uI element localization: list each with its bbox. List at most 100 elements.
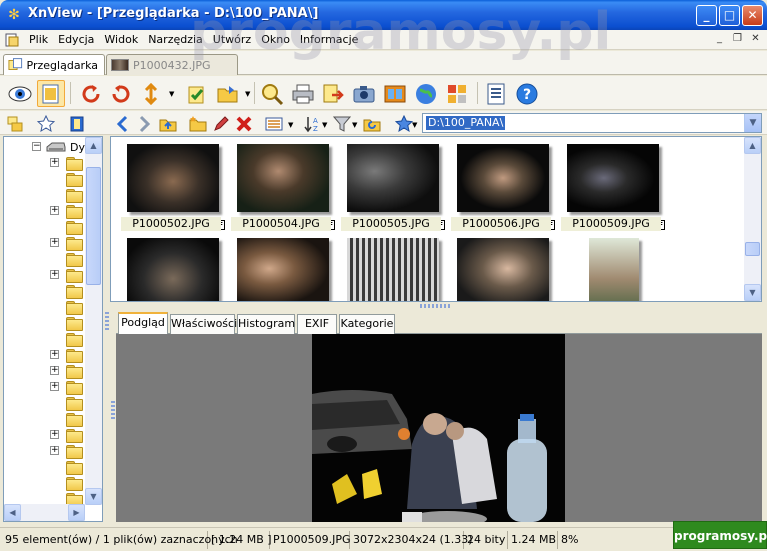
contact-sheet-icon[interactable] [443,80,471,107]
tab-image[interactable]: P1000432.JPG [106,54,238,75]
thumbnail-item-selected[interactable]: EXIF P1000509.JPG [561,139,665,231]
collapse-toggle[interactable]: − [32,142,41,151]
add-favorite-icon[interactable] [394,114,414,133]
thumbnail-image [347,144,439,212]
thumbnail-item[interactable]: EXIF P1000502.JPG [121,139,225,231]
filter-icon[interactable] [332,114,352,133]
delete-icon[interactable] [234,114,254,133]
close-button[interactable]: ✕ [742,5,763,26]
thumbnail-image [347,238,439,301]
path-input[interactable]: D:\100_PANA\ [426,116,506,130]
expand-toggle[interactable]: + [50,238,59,247]
browser-scroll-up-button[interactable]: ▲ [744,137,761,154]
tree-scroll-up-button[interactable]: ▲ [85,137,102,154]
transform-dropdown-caret[interactable]: ▼ [169,90,174,98]
tab-properties[interactable]: Właściwości [170,314,237,334]
view-icon[interactable] [6,80,34,107]
browser-icon[interactable] [37,80,65,107]
favorite-caret[interactable]: ▼ [412,121,417,129]
parent-folder-icon[interactable] [158,114,178,133]
properties-icon[interactable] [482,80,510,107]
open-dropdown-caret[interactable]: ▼ [245,90,250,98]
menu-okno[interactable]: Okno [256,33,295,46]
thumbnail-item[interactable]: EXIF P1000505.JPG [341,139,445,231]
expand-toggle[interactable]: + [50,446,59,455]
rename-pen-icon[interactable] [211,114,231,133]
tree-scroll-thumb[interactable] [86,167,101,285]
mdi-minimize-button[interactable]: _ [712,32,727,46]
folder-icon [66,445,83,459]
filter-caret[interactable]: ▼ [352,121,357,129]
xnview-logo-icon[interactable]: ✻ [6,7,22,23]
rotate-right-icon[interactable] [107,80,135,107]
status-file-size: 1.24 MB [508,531,558,549]
favorites-panel-icon[interactable] [36,114,56,133]
menu-narzedzia[interactable]: Narzędzia [143,33,208,46]
horizontal-splitter[interactable] [110,302,762,311]
thumbnail-image [457,238,549,301]
select-icon[interactable] [183,80,211,107]
expand-toggle[interactable]: + [50,206,59,215]
tree-scroll-down-button[interactable]: ▼ [85,488,102,505]
menu-plik[interactable]: Plik [24,33,53,46]
tree-scroll-left-button[interactable]: ◀ [4,504,21,521]
expand-toggle[interactable]: + [50,270,59,279]
sort-icon[interactable]: AZ [302,114,322,133]
categories-panel-icon[interactable] [67,114,87,133]
browser-scroll-down-button[interactable]: ▼ [744,284,761,301]
view-mode-icon[interactable] [264,114,284,133]
slideshow-icon[interactable] [381,80,409,107]
menu-utworz[interactable]: Utwórz [208,33,256,46]
path-dropdown-button[interactable]: ▼ [744,114,761,132]
sort-caret[interactable]: ▼ [322,121,327,129]
menu-widok[interactable]: Widok [99,33,143,46]
forward-arrow-icon[interactable] [134,114,154,133]
export-icon[interactable] [319,80,347,107]
expand-toggle[interactable]: + [50,350,59,359]
thumbnail-item[interactable] [121,233,221,301]
new-folder-icon[interactable] [188,114,208,133]
expand-toggle[interactable]: + [50,430,59,439]
expand-toggle[interactable]: + [50,382,59,391]
folder-icon [66,189,83,203]
tab-exif[interactable]: EXIF [297,314,337,334]
document-menu-icon[interactable] [4,32,20,48]
thumbnail-item[interactable] [561,233,661,301]
tree-scroll-right-button[interactable]: ▶ [68,504,85,521]
tab-browser[interactable]: Przeglądarka [3,54,105,75]
refresh-folder-icon[interactable] [362,114,382,133]
thumbnail-item[interactable]: EXIF P1000504.JPG [231,139,335,231]
maximize-button[interactable]: □ [719,5,740,26]
browser-scroll-thumb[interactable] [745,242,760,256]
zoom-icon[interactable] [258,80,286,107]
thumbnail-item[interactable]: EXIF P1000506.JPG [451,139,555,231]
browser-vertical-scrollbar[interactable]: ▲ ▼ [744,137,761,301]
tab-histogram[interactable]: Histogram [237,314,295,334]
mdi-close-button[interactable]: ✕ [748,32,763,46]
thumbnail-item[interactable] [341,233,441,301]
back-arrow-icon[interactable] [113,114,133,133]
mdi-restore-button[interactable]: ❐ [730,32,745,46]
print-icon[interactable] [289,80,317,107]
tree-horizontal-scrollbar[interactable]: ◀ ▶ [4,504,85,521]
thumbnail-item[interactable] [231,233,331,301]
menu-edycja[interactable]: Edycja [53,33,99,46]
help-icon[interactable]: ? [513,80,541,107]
minimize-button[interactable]: _ [696,5,717,26]
path-combobox[interactable]: D:\100_PANA\ ▼ [422,113,762,133]
transform-icon[interactable] [137,80,165,107]
preview-tabs: Podgląd Właściwości Histogram EXIF Kateg… [116,312,762,335]
menu-informacje[interactable]: Informacje [295,33,363,46]
camera-icon[interactable] [350,80,378,107]
expand-toggle[interactable]: + [50,158,59,167]
view-mode-caret[interactable]: ▼ [288,121,293,129]
tree-vertical-scrollbar[interactable]: ▲ ▼ [85,137,102,505]
tab-preview[interactable]: Podgląd [118,312,168,335]
tab-categories[interactable]: Kategorie [339,314,395,334]
rotate-left-icon[interactable] [77,80,105,107]
folders-panel-icon[interactable] [5,114,25,133]
open-folder-icon[interactable] [214,80,242,107]
thumbnail-item[interactable] [451,233,551,301]
web-icon[interactable] [412,80,440,107]
expand-toggle[interactable]: + [50,366,59,375]
